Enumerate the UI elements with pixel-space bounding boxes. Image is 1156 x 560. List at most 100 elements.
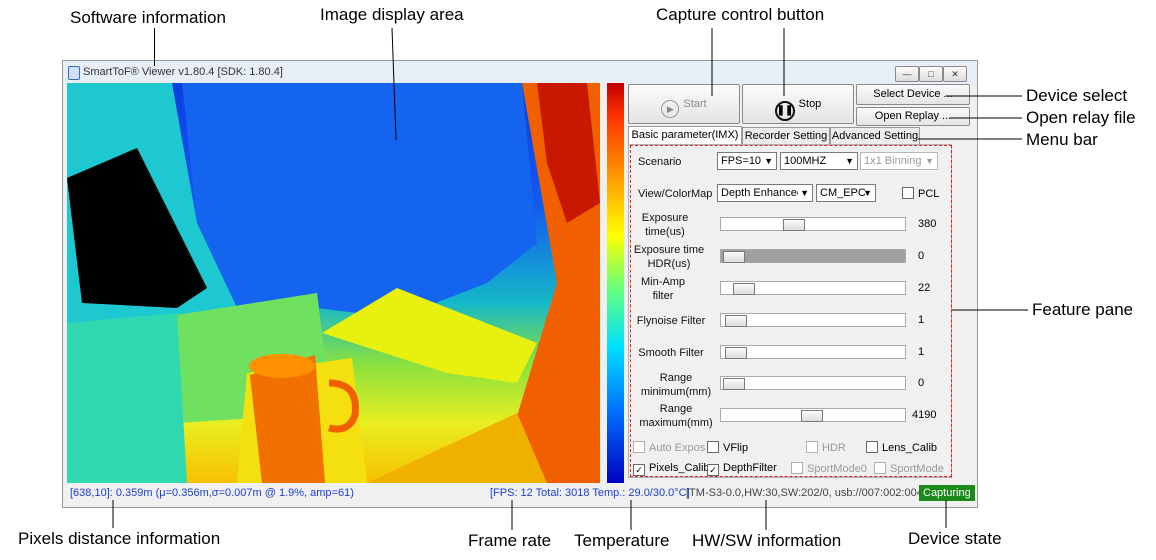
- annotation-capture-control: Capture control button: [656, 5, 825, 24]
- minimize-button[interactable]: —: [895, 66, 919, 82]
- chevron-down-icon: ▼: [764, 156, 773, 166]
- checkbox-box: [866, 441, 878, 453]
- auto-expos-label: Auto Expos: [649, 442, 706, 454]
- depth-filter-checkbox[interactable]: ✓ DepthFilter: [707, 462, 777, 476]
- tab-basic-parameter[interactable]: Basic parameter(IMX): [628, 126, 742, 145]
- chevron-down-icon: ▼: [863, 188, 872, 198]
- hdr-label: HDR: [822, 442, 846, 454]
- stop-label: Stop: [798, 98, 822, 110]
- annotation-feature-pane: Feature pane: [1032, 300, 1134, 319]
- annotation-hwsw-information: HW/SW information: [692, 531, 842, 550]
- hdr-checkbox: HDR: [806, 441, 846, 454]
- vflip-checkbox[interactable]: VFlip: [707, 441, 748, 454]
- min-amp-slider[interactable]: [720, 281, 906, 295]
- checkbox-box: [806, 441, 818, 453]
- pixels-calib-checkbox[interactable]: ✓ Pixels_Calib: [633, 462, 710, 476]
- slider-thumb[interactable]: [733, 283, 755, 295]
- pause-icon: ❚❚: [774, 101, 795, 121]
- slider-thumb[interactable]: [801, 410, 823, 422]
- binning-select: 1x1 Binning ▼: [860, 152, 938, 170]
- annotation-pixels-distance: Pixels distance information: [18, 529, 221, 548]
- pcl-checkbox[interactable]: PCL: [902, 187, 939, 200]
- chevron-down-icon: ▼: [798, 185, 809, 201]
- fps-select[interactable]: FPS=10 ▼: [717, 152, 777, 170]
- depth-scene: [67, 83, 600, 483]
- stop-button[interactable]: ❚❚Stop: [742, 84, 854, 124]
- smooth-filter-slider[interactable]: [720, 345, 906, 359]
- title-bar: SmartToF® Viewer v1.80.4 [SDK: 1.80.4] —…: [63, 61, 977, 85]
- flynoise-slider[interactable]: [720, 313, 906, 327]
- depth-image[interactable]: [67, 83, 600, 483]
- sport-mode-checkbox: SportMode: [874, 462, 944, 475]
- view-mode-value: Depth Enhanced: [721, 187, 803, 199]
- exposure-hdr-value: 0: [918, 250, 925, 262]
- slider-thumb[interactable]: [723, 378, 745, 390]
- exposure-hdr-label: Exposure time HDR(us): [633, 244, 705, 270]
- play-icon: ▶: [661, 100, 680, 118]
- device-state-badge: Capturing: [919, 485, 975, 501]
- checkbox-box: [902, 187, 914, 199]
- pixel-distance-status: [638,10]: 0.359m (μ=0.356m,σ=0.007m @ 1.…: [70, 487, 354, 499]
- pointer-line: [154, 28, 155, 66]
- select-device-button[interactable]: Select Device ...: [856, 84, 970, 105]
- annotation-image-display-area: Image display area: [320, 5, 464, 24]
- view-mode-select[interactable]: Depth Enhanced ▼: [717, 184, 813, 202]
- fps-value: FPS=10: [721, 155, 762, 167]
- range-min-label: Range minimum(mm): [640, 372, 712, 398]
- annotation-frame-rate: Frame rate: [468, 531, 552, 550]
- min-amp-value: 22: [918, 282, 931, 294]
- view-colormap-label: View/ColorMap: [638, 188, 713, 200]
- vflip-label: VFlip: [723, 442, 749, 454]
- min-amp-label: Min-Amp filter: [640, 276, 685, 302]
- app-icon: [68, 66, 80, 80]
- range-min-value: 0: [918, 377, 925, 389]
- annotation-menu-bar: Menu bar: [1026, 130, 1098, 149]
- range-max-value: 4190: [912, 409, 937, 421]
- tab-advanced-setting[interactable]: Advanced Setting: [830, 127, 920, 145]
- hw-sw-status: [TM-S3-0.0,HW:30,SW:202/0, usb://007:002…: [686, 487, 926, 499]
- checkbox-box: [874, 462, 886, 474]
- slider-thumb: [723, 251, 745, 263]
- open-replay-button[interactable]: Open Replay ...: [856, 107, 970, 126]
- check-icon: ✓: [633, 464, 645, 476]
- start-button[interactable]: ▶ Start: [628, 84, 740, 124]
- frequency-select[interactable]: 100MHZ ▼: [780, 152, 858, 170]
- sport-mode0-checkbox: SportMode0: [791, 462, 867, 475]
- start-label: Start: [683, 98, 707, 110]
- lens-calib-checkbox[interactable]: Lens_Calib: [866, 441, 937, 454]
- exposure-time-slider[interactable]: [720, 217, 906, 231]
- annotation-software-information: Software information: [70, 8, 226, 27]
- annotation-device-state: Device state: [908, 529, 1002, 548]
- checkbox-box: [791, 462, 803, 474]
- fps-temp-status: [FPS: 12 Total: 3018 Temp.: 29.0/30.0°C]: [490, 487, 690, 499]
- tab-recorder-setting[interactable]: Recorder Setting: [742, 127, 830, 145]
- sport-mode-label: SportMode: [890, 463, 944, 475]
- annotation-temperature: Temperature: [574, 531, 670, 550]
- exposure-time-label: Exposure time(us): [641, 212, 689, 238]
- lens-calib-label: Lens_Calib: [882, 442, 938, 454]
- checkbox-box: [707, 441, 719, 453]
- window-title: SmartToF® Viewer v1.80.4 [SDK: 1.80.4]: [83, 66, 283, 78]
- slider-thumb[interactable]: [725, 315, 747, 327]
- range-max-slider[interactable]: [720, 408, 906, 422]
- colormap-select[interactable]: CM_EPC ▼: [816, 184, 876, 202]
- depth-filter-label: DepthFilter: [723, 462, 777, 474]
- annotation-open-relay-file: Open relay file: [1026, 108, 1136, 127]
- maximize-button[interactable]: □: [919, 66, 943, 82]
- exposure-hdr-slider: [720, 249, 906, 263]
- range-max-label: Range maximum(mm): [639, 403, 713, 429]
- range-min-slider[interactable]: [720, 376, 906, 390]
- smooth-filter-value: 1: [918, 346, 925, 358]
- chevron-down-icon: ▼: [925, 156, 934, 166]
- exposure-time-value: 380: [918, 218, 937, 230]
- close-button[interactable]: ✕: [943, 66, 967, 82]
- slider-thumb[interactable]: [725, 347, 747, 359]
- colormap-bar: [607, 83, 624, 483]
- smooth-filter-label: Smooth Filter: [638, 347, 704, 359]
- binning-value: 1x1 Binning: [864, 155, 922, 167]
- sport-mode0-label: SportMode0: [807, 463, 867, 475]
- check-icon: ✓: [707, 464, 719, 476]
- slider-thumb[interactable]: [783, 219, 805, 231]
- flynoise-value: 1: [918, 314, 925, 326]
- chevron-down-icon: ▼: [845, 156, 854, 166]
